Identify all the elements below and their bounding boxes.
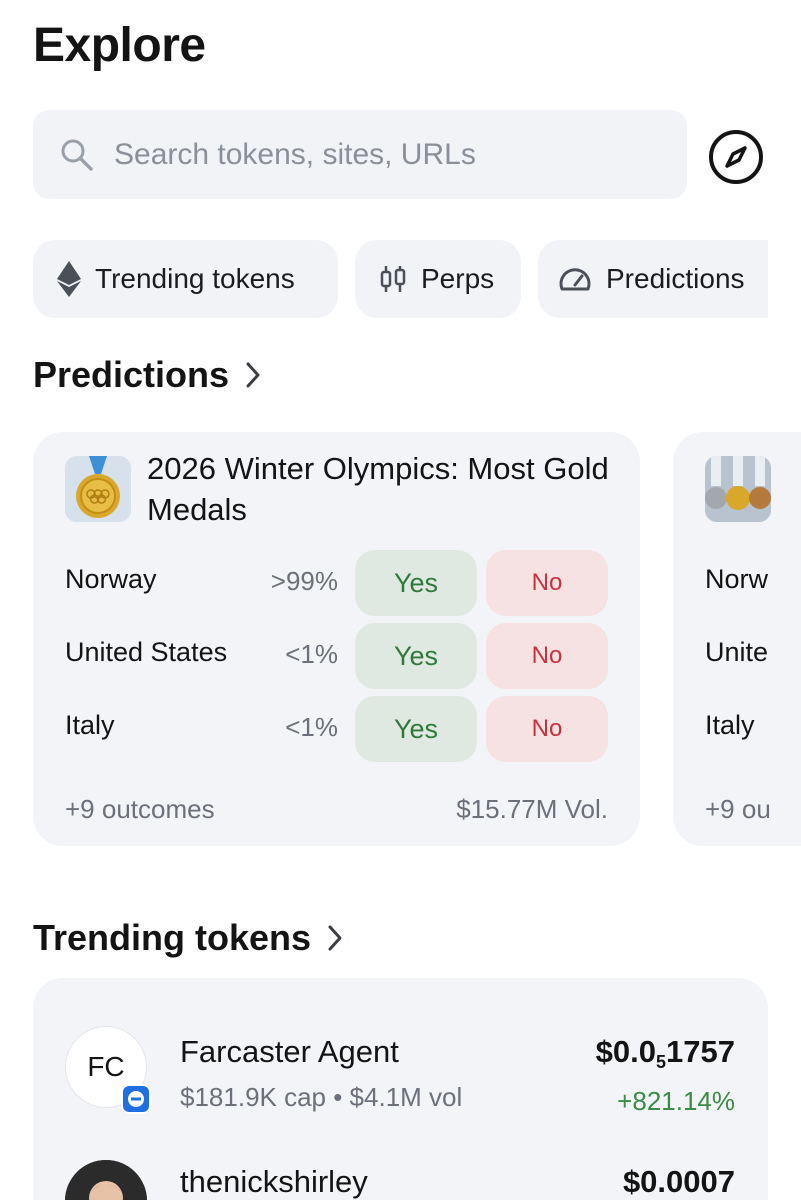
search-input[interactable] [114, 110, 674, 199]
token-price: $0.0007 [622, 1164, 735, 1199]
outcome-name: Italy [705, 710, 755, 740]
no-button[interactable]: No [486, 696, 608, 762]
search-icon [60, 138, 94, 177]
trending-tokens-list: FC Farcaster Agent $181.9K cap • $4.1M v… [33, 978, 768, 1200]
no-button[interactable]: No [486, 550, 608, 616]
predictions-heading[interactable]: Predictions [33, 354, 261, 396]
predictions-heading-label: Predictions [33, 354, 230, 395]
outcome-row: Norway >99% Yes No [33, 550, 640, 616]
prediction-card[interactable]: Norw Unite Italy +9 ou [673, 432, 801, 846]
yes-button[interactable]: Yes [355, 623, 477, 689]
candlestick-icon [380, 266, 406, 292]
token-cap-volume: $181.9K cap • $4.1M vol [180, 1082, 463, 1112]
chip-label: Trending tokens [95, 263, 295, 294]
trending-tokens-heading[interactable]: Trending tokens [33, 917, 343, 959]
token-name: thenickshirley [180, 1164, 368, 1199]
page-title: Explore [33, 19, 206, 72]
no-button[interactable]: No [486, 623, 608, 689]
prediction-card[interactable]: 2026 Winter Olympics: Most Gold Medals N… [33, 432, 640, 846]
chip-label: Perps [421, 263, 495, 294]
gauge-icon [559, 268, 591, 291]
chip-predictions[interactable]: Predictions [538, 240, 768, 318]
chevron-right-icon [246, 362, 260, 388]
ethereum-icon [57, 261, 81, 297]
prediction-title: 2026 Winter Olympics: Most Gold Medals [147, 451, 609, 527]
chevron-right-icon [328, 925, 342, 951]
outcome-name: Unite [705, 637, 769, 667]
outcome-probability: <1% [285, 712, 338, 742]
outcome-row: United States <1% Yes No [33, 623, 640, 689]
trending-heading-label: Trending tokens [33, 917, 312, 958]
more-outcomes-link[interactable]: +9 outcomes [65, 794, 215, 825]
token-price: $0.051757 [595, 1034, 735, 1072]
outcome-name: Norway [65, 564, 157, 594]
more-outcomes-link[interactable]: +9 ou [705, 794, 771, 825]
yes-button[interactable]: Yes [355, 696, 477, 762]
chip-trending-tokens[interactable]: Trending tokens [33, 240, 338, 318]
volume-label: $15.77M Vol. [456, 794, 608, 824]
outcome-name: Norw [705, 564, 769, 594]
outcome-name: United States [65, 637, 228, 667]
token-name: Farcaster Agent [180, 1034, 399, 1069]
outcome-probability: <1% [285, 639, 338, 669]
outcome-probability: >99% [270, 566, 338, 596]
chip-perps[interactable]: Perps [355, 240, 521, 318]
outcome-row: Italy <1% Yes No [33, 696, 640, 762]
medals-image [705, 456, 771, 522]
compass-icon[interactable] [707, 128, 765, 191]
token-change: +821.14% [617, 1086, 735, 1116]
token-avatar [65, 1160, 147, 1200]
gold-medal-image [65, 456, 131, 522]
outcome-name: Italy [65, 710, 115, 740]
chip-label: Predictions [606, 263, 745, 294]
chain-badge-icon [121, 1084, 151, 1114]
yes-button[interactable]: Yes [355, 550, 477, 616]
